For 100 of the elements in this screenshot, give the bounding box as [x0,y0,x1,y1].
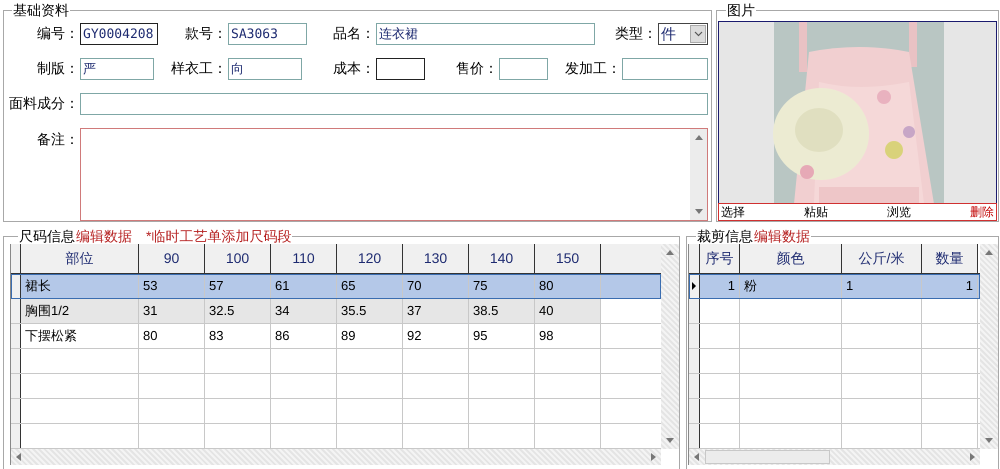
input-field[interactable]: 向 [228,58,302,80]
section-title: 尺码信息 [19,228,75,244]
table-cell: 75 [469,274,535,298]
table-cell: 80 [535,274,601,298]
field-label: 成本： [332,60,376,78]
picture-action-button[interactable]: 浏览 [885,205,913,220]
table-row[interactable] [689,374,980,399]
picture-action-button[interactable]: 选择 [719,205,747,220]
section-link[interactable]: 编辑数据 [76,228,132,244]
table-row[interactable] [689,349,980,374]
scrollbar[interactable] [11,449,661,465]
table-cell: 32.5 [205,299,271,323]
row-header [689,324,700,348]
column-header[interactable]: 数量 [922,244,978,273]
table-cell: 粉 [740,274,842,298]
field-label: 售价： [455,60,499,78]
table-row[interactable] [689,324,980,349]
table-cell: 下摆松紧 [21,324,139,348]
input-field[interactable]: 严 [80,58,154,80]
row-header [11,424,21,448]
input-field[interactable]: 连衣裙 [376,23,595,45]
field-label: 面料成分： [8,95,80,113]
table-cell: 80 [139,324,205,348]
table-row[interactable]: 裙长 53 57 61 65 70 75 80 [11,274,661,299]
column-header[interactable]: 100 [205,244,271,273]
table-cell: 37 [403,299,469,323]
table-cell: 70 [403,274,469,298]
table-cell: 86 [271,324,337,348]
table-row[interactable] [11,349,661,374]
section-title: 裁剪信息 [697,228,753,244]
picture-action-button[interactable]: 删除 [968,205,996,220]
input-field[interactable] [80,93,708,115]
table-cell: 40 [535,299,601,323]
input-field[interactable] [376,58,425,80]
table-row[interactable] [11,374,661,399]
table-cell: 38.5 [469,299,535,323]
column-header [601,244,661,273]
field-label: 品名： [332,25,376,43]
field-label: 编号： [36,25,80,43]
picture-action-button[interactable]: 粘贴 [802,205,830,220]
table-row[interactable] [689,399,980,424]
table-cell: 92 [403,324,469,348]
column-header[interactable]: 110 [271,244,337,273]
column-header[interactable]: 部位 [21,244,139,273]
field-label: 类型： [614,25,658,43]
table-cell: 89 [337,324,403,348]
row-header [11,349,21,373]
table-row[interactable]: 1 粉 1 1 [689,274,980,299]
table-row[interactable]: 胸围1/2 31 32.5 34 35.5 37 38.5 40 [11,299,661,324]
type-dropdown[interactable]: 件 [658,23,708,45]
table-row[interactable]: 下摆松紧 80 83 86 89 92 95 98 [11,324,661,349]
scrollbar[interactable] [689,449,980,465]
column-header[interactable]: 150 [535,244,601,273]
table-cell: 35.5 [337,299,403,323]
field-label: 备注： [36,130,80,149]
column-header[interactable]: 90 [139,244,205,273]
column-header[interactable]: 颜色 [740,244,842,273]
row-header [689,349,700,373]
table-cell: 34 [271,299,337,323]
column-header[interactable]: 120 [337,244,403,273]
scrollbar[interactable] [980,244,998,449]
table-cell: 裙长 [21,274,139,298]
row-header [689,424,700,448]
section-link[interactable]: 编辑数据 [754,228,810,244]
table-cell: 95 [469,324,535,348]
table-cell: 31 [139,299,205,323]
table-cell: 83 [205,324,271,348]
row-header [11,299,21,323]
section-title: 基础资料 [12,2,70,18]
input-field[interactable] [499,58,548,80]
row-header [689,374,700,398]
table-cell: 1 [700,274,740,298]
row-header [689,399,700,423]
table-cell: 61 [271,274,337,298]
field-label: 制版： [36,60,80,78]
table-row[interactable] [689,299,980,324]
input-field[interactable] [622,58,708,80]
table-cell: 57 [205,274,271,298]
input-field[interactable]: SA3063 [228,23,307,45]
field-label: 发加工： [564,60,622,78]
table-row[interactable] [11,399,661,424]
row-header [11,374,21,398]
column-header[interactable]: 140 [469,244,535,273]
row-pointer-icon [692,282,696,290]
table-cell: 98 [535,324,601,348]
scrollbar[interactable] [661,244,679,449]
field-label: 款号： [184,25,228,43]
row-header [11,399,21,423]
table-cell: 53 [139,274,205,298]
table-cell: 1 [842,274,922,298]
column-header[interactable]: 公斤/米 [842,244,922,273]
table-cell: 65 [337,274,403,298]
column-header[interactable]: 序号 [700,244,740,273]
field-label: 样衣工： [170,60,228,78]
remarks-field[interactable] [80,128,708,221]
table-cell: 胸围1/2 [21,299,139,323]
input-field[interactable]: GY0004208 [80,23,158,45]
section-link[interactable]: *临时工艺单添加尺码段 [146,228,292,244]
section-title: 图片 [726,2,756,18]
column-header[interactable]: 130 [403,244,469,273]
